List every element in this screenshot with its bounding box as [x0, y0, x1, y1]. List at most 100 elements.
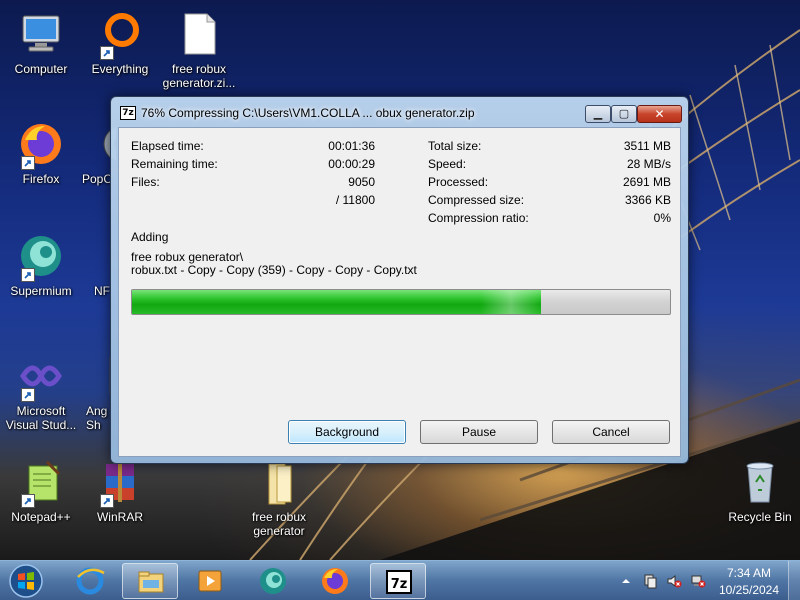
processed-label: Processed: — [428, 175, 489, 189]
clock-date[interactable]: 10/25/2024 — [712, 583, 786, 597]
recycle-bin-icon — [736, 458, 784, 506]
everything-icon — [96, 10, 144, 60]
desktop: Computer Firefox Supermium Microsoft Vis… — [0, 0, 800, 560]
desktop-icon-recycle-bin[interactable]: Recycle Bin — [718, 458, 800, 524]
start-button[interactable] — [6, 563, 46, 599]
maximize-button[interactable]: ▢ — [611, 105, 637, 123]
remaining-time-value: 00:00:29 — [328, 157, 375, 171]
background-button[interactable]: Background — [288, 420, 406, 444]
app-icon — [102, 352, 110, 400]
desktop-icon-label: Microsoft Visual Stud... — [5, 404, 77, 432]
compressed-size-label: Compressed size: — [428, 193, 525, 207]
close-button[interactable]: ✕ — [637, 105, 682, 123]
desktop-icon-label: Supermium — [10, 284, 72, 298]
7zip-icon: 7z — [386, 570, 412, 594]
elapsed-time-label: Elapsed time: — [131, 139, 204, 153]
action-center-icon[interactable] — [642, 573, 658, 589]
volume-muted-icon[interactable] — [666, 573, 682, 589]
files-value: 9050 — [348, 175, 375, 189]
maximize-icon: ▢ — [618, 107, 630, 120]
shortcut-arrow-icon — [21, 494, 35, 508]
7zip-icon: 7z — [120, 106, 136, 120]
desktop-icon-zip-file[interactable]: free robux generator.zi... — [157, 10, 241, 90]
taskbar-supermium[interactable] — [245, 563, 301, 599]
desktop-icon-visual-studio[interactable]: Microsoft Visual Stud... — [0, 352, 83, 432]
windows-logo-icon — [9, 564, 43, 598]
desktop-icon-label: Everything — [91, 62, 149, 76]
network-disconnected-icon[interactable] — [690, 573, 706, 589]
zip-file-icon — [175, 10, 223, 58]
desktop-icon-everything[interactable]: Everything — [78, 10, 162, 76]
svg-text:7z: 7z — [391, 577, 408, 592]
shortcut-arrow-icon — [100, 494, 114, 508]
compress-progress-dialog: 7z 76% Compressing C:\Users\VM1.COLLA ..… — [110, 96, 689, 464]
total-size-label: Total size: — [428, 139, 482, 153]
desktop-icon-label: Firefox — [22, 172, 60, 186]
progress-bar — [131, 289, 671, 315]
desktop-icon-nf[interactable]: NF — [80, 232, 110, 298]
desktop-icon-ang[interactable]: Ang Sh — [82, 352, 110, 432]
close-icon: ✕ — [654, 107, 665, 121]
show-desktop-button[interactable] — [788, 561, 800, 600]
compression-ratio-label: Compression ratio: — [428, 211, 529, 225]
files-label: Files: — [131, 175, 160, 189]
shortcut-arrow-icon — [21, 268, 35, 282]
compression-ratio-value: 0% — [653, 211, 671, 225]
progress-bar-shine — [480, 290, 541, 314]
notepadpp-icon — [17, 458, 65, 508]
dialog-title: 76% Compressing C:\Users\VM1.COLLA ... o… — [141, 106, 475, 120]
firefox-icon — [17, 120, 65, 170]
taskbar-media-player[interactable] — [182, 563, 238, 599]
show-hidden-icons-icon[interactable] — [618, 573, 634, 589]
minimize-icon: ▁ — [593, 107, 603, 120]
clock-time[interactable]: 7:34 AM — [720, 566, 778, 580]
winrar-icon — [96, 458, 144, 508]
taskbar-ie[interactable] — [62, 563, 118, 599]
speed-label: Speed: — [428, 157, 467, 171]
supermium-icon — [260, 568, 286, 594]
taskbar-explorer[interactable] — [122, 563, 178, 599]
dialog-titlebar[interactable]: 7z 76% Compressing C:\Users\VM1.COLLA ..… — [111, 97, 688, 127]
cancel-button[interactable]: Cancel — [552, 420, 670, 444]
folder-icon — [255, 458, 303, 506]
desktop-icon-label: Recycle Bin — [728, 510, 792, 524]
desktop-icon-label: Ang Sh — [86, 404, 108, 432]
computer-icon — [17, 10, 65, 58]
desktop-icon-notepadpp[interactable]: Notepad++ — [0, 458, 83, 524]
minimize-button[interactable]: ▁ — [585, 105, 611, 123]
compressed-size-value: 3366 KB — [624, 193, 671, 207]
desktop-icon-label: WinRAR — [96, 510, 143, 524]
pause-button[interactable]: Pause — [420, 420, 538, 444]
supermium-icon — [17, 232, 65, 282]
desktop-icon-computer[interactable]: Computer — [0, 10, 83, 76]
desktop-icon-label: Notepad++ — [11, 510, 71, 524]
desktop-icon-supermium[interactable]: Supermium — [0, 232, 83, 298]
visual-studio-icon — [17, 352, 65, 402]
shortcut-arrow-icon — [100, 46, 114, 60]
shortcut-arrow-icon — [21, 156, 35, 170]
remaining-time-label: Remaining time: — [131, 157, 218, 171]
dialog-content: Elapsed time: 00:01:36 Remaining time: 0… — [118, 127, 681, 457]
desktop-icon-folder[interactable]: free robux generator — [237, 458, 321, 538]
speed-value: 28 MB/s — [626, 157, 671, 171]
adding-label: Adding — [131, 230, 169, 244]
taskbar-7zip[interactable]: 7z — [370, 563, 426, 599]
desktop-icon-label: free robux generator.zi... — [162, 62, 236, 90]
progress-bar-fill — [132, 290, 541, 314]
desktop-icon-label: free robux generator — [251, 510, 307, 538]
shortcut-arrow-icon — [21, 388, 35, 402]
total-size-value: 3511 MB — [623, 139, 671, 153]
firefox-icon — [322, 568, 348, 594]
desktop-icon-winrar[interactable]: WinRAR — [78, 458, 162, 524]
elapsed-time-value: 00:01:36 — [328, 139, 375, 153]
ie-icon — [76, 567, 105, 595]
taskbar-firefox[interactable] — [307, 563, 363, 599]
desktop-icon-label: PopC — [82, 172, 113, 186]
media-player-icon — [198, 570, 222, 592]
desktop-icon-firefox[interactable]: Firefox — [0, 120, 83, 186]
taskbar: 7z 7:34 AM 10/25/2024 — [0, 560, 800, 600]
desktop-icon-label: NF — [94, 284, 110, 298]
desktop-icon-label: Computer — [14, 62, 68, 76]
current-file-name: robux.txt - Copy - Copy (359) - Copy - C… — [131, 263, 417, 277]
files-total: / 11800 — [335, 193, 375, 207]
